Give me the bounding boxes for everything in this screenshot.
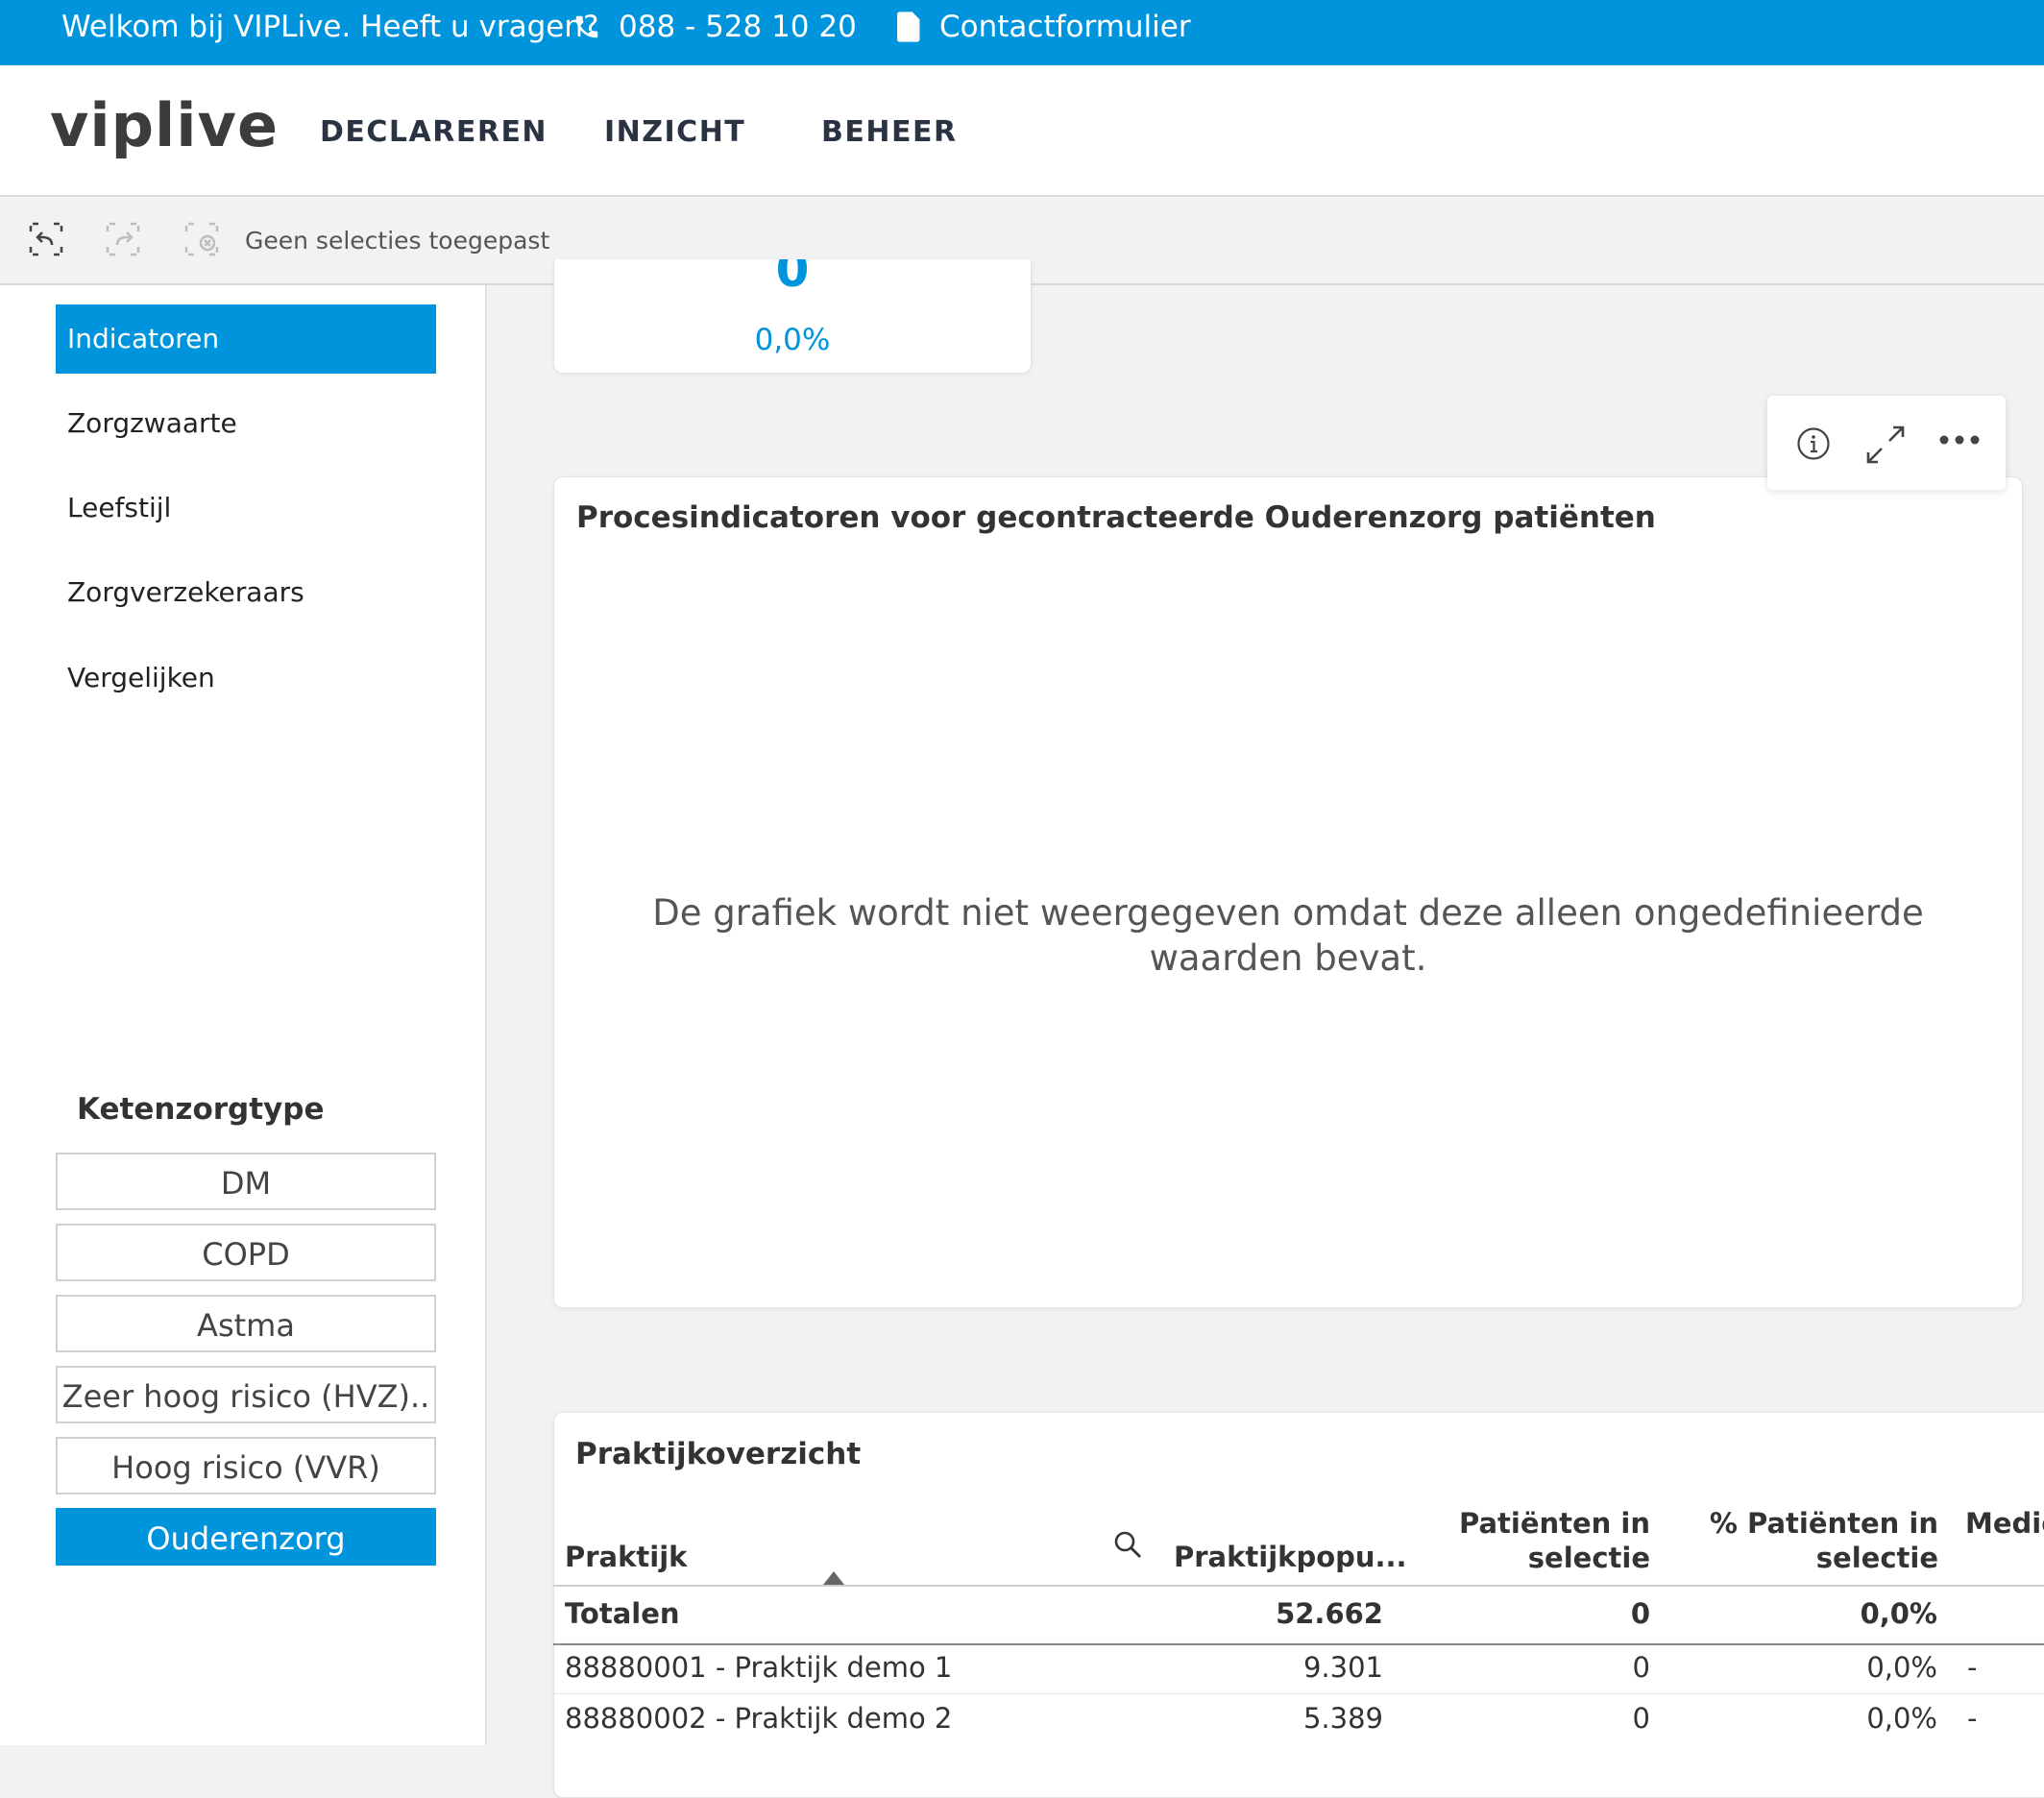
chart-title: Procesindicatoren voor gecontracteerde O… [576,500,1656,535]
step-forward-icon[interactable] [104,220,142,258]
clear-selections-icon[interactable] [182,220,221,258]
totals-divider [553,1643,2044,1645]
cell-pct: 0,0% [1866,1702,1937,1735]
header-divider [553,1585,2044,1587]
totals-pct: 0,0% [1860,1597,1937,1630]
expand-icon[interactable] [1862,421,1910,469]
column-header-medic[interactable]: Medic [1965,1506,2044,1541]
ketenzorgtype-title: Ketenzorgtype [77,1092,325,1127]
ketenzorg-vvr-button[interactable]: Hoog risico (VVR) [56,1437,436,1494]
kpi-percent: 0,0% [754,323,831,357]
cell-praktijk: 88880001 - Praktijk demo 1 [565,1651,953,1684]
nav-inzicht[interactable]: INZICHT [604,115,745,149]
totals-patienten: 0 [1630,1597,1650,1630]
cell-praktijk: 88880002 - Praktijk demo 2 [565,1702,953,1735]
kpi-value: 0 [775,259,810,298]
ketenzorg-hvz-button[interactable]: Zeer hoog risico (HVZ).. [56,1366,436,1423]
cell-populatie: 5.389 [1302,1702,1383,1735]
column-header-praktijk[interactable]: Praktijk [565,1540,687,1574]
nav-declareren[interactable]: DECLAREREN [320,115,548,149]
phone-icon [575,15,598,38]
phone-number-link[interactable]: 088 - 528 10 20 [619,0,857,65]
ketenzorg-astma-button[interactable]: Astma [56,1295,436,1352]
ketenzorg-ouderenzorg-button[interactable]: Ouderenzorg [56,1508,436,1566]
row-divider [553,1693,2044,1694]
nav-beheer[interactable]: BEHEER [821,115,958,149]
cell-patienten: 0 [1632,1651,1650,1684]
chart-toolbar [1767,396,2006,490]
viplive-logo[interactable]: viplive [50,90,279,160]
cell-populatie: 9.301 [1302,1651,1383,1684]
cell-patienten: 0 [1632,1702,1650,1735]
sort-ascending-icon[interactable] [823,1571,844,1585]
document-icon [897,12,920,42]
info-icon[interactable] [1796,426,1831,461]
table-title: Praktijkoverzicht [575,1437,862,1471]
totals-label: Totalen [565,1597,680,1630]
sidebar-item-zorgzwaarte[interactable]: Zorgzwaarte [56,389,436,458]
chart-card: Procesindicatoren voor gecontracteerde O… [553,476,2023,1308]
no-selections-text: Geen selecties toegepast [245,227,550,255]
main-header: viplive DECLAREREN INZICHT BEHEER [0,65,2044,197]
sidebar-item-zorgverzekeraars[interactable]: Zorgverzekeraars [56,558,436,627]
more-icon[interactable] [1938,434,1981,446]
cell-medic: - [1967,1651,1978,1684]
totals-populatie: 52.662 [1276,1597,1383,1630]
empty-chart-message: De grafiek wordt niet weergegeven omdat … [652,892,1924,979]
cell-medic: - [1967,1702,1978,1735]
ketenzorg-copd-button[interactable]: COPD [56,1224,436,1281]
sidebar: Indicatoren Zorgzwaarte Leefstijl Zorgve… [0,285,487,1745]
step-back-icon[interactable] [27,220,65,258]
kpi-card: 0 0,0% [553,259,1032,374]
cell-pct: 0,0% [1866,1651,1937,1684]
sidebar-item-vergelijken[interactable]: Vergelijken [56,644,436,713]
sidebar-item-leefstijl[interactable]: Leefstijl [56,474,436,543]
column-header-praktijkpopulatie[interactable]: Praktijkpopu... [1174,1540,1407,1574]
search-icon[interactable] [1112,1529,1143,1560]
contact-form-link[interactable]: Contactformulier [939,0,1191,65]
info-bar: Welkom bij VIPLive. Heeft u vragen? 088 … [0,0,2044,65]
sidebar-item-indicatoren[interactable]: Indicatoren [56,304,436,374]
column-header-patienten[interactable]: Patiënten in selectie [1412,1506,1650,1575]
welcome-text: Welkom bij VIPLive. Heeft u vragen? [61,10,599,44]
column-header-pct-patienten[interactable]: % Patiënten in selectie [1700,1506,1938,1575]
ketenzorg-dm-button[interactable]: DM [56,1153,436,1210]
